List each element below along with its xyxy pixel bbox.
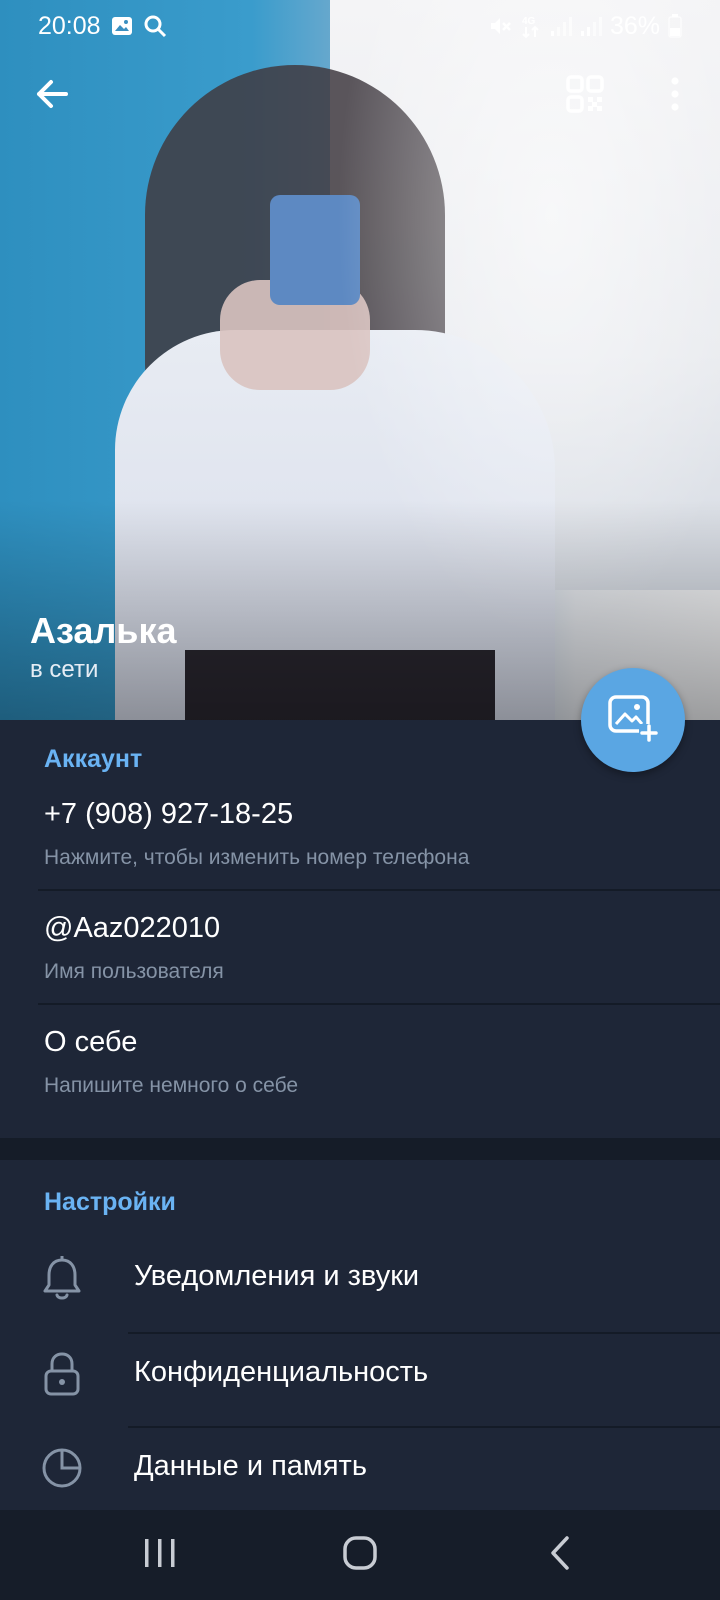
phone-number: +7 (908) 927-18-25 [44, 798, 294, 830]
settings-section-title: Настройки [44, 1188, 176, 1216]
divider [38, 1003, 720, 1005]
status-bar: 20:08 4G 36% [0, 0, 720, 52]
set-photo-button[interactable] [581, 668, 685, 772]
add-photo-icon [607, 694, 659, 747]
settings-item-label: Конфиденциальность [134, 1356, 429, 1388]
settings-item-privacy[interactable]: Конфиденциальность [0, 1328, 720, 1422]
battery-percent: 36% [609, 11, 660, 40]
home-button[interactable] [315, 1520, 405, 1590]
back-icon [549, 1535, 571, 1576]
bio-label: О себе [44, 1026, 138, 1058]
qr-code-button[interactable] [555, 66, 615, 126]
recent-apps-button[interactable] [115, 1520, 205, 1590]
system-nav-bar [0, 1510, 720, 1600]
home-icon [342, 1535, 378, 1576]
settings-item-data[interactable]: Данные и память [0, 1422, 720, 1516]
profile-toolbar [0, 62, 720, 134]
account-section-title: Аккаунт [44, 745, 143, 773]
svg-text:4G: 4G [522, 16, 536, 27]
username: @Aaz022010 [44, 912, 221, 944]
pie-chart-icon [38, 1444, 86, 1492]
phone-number-item[interactable]: +7 (908) 927-18-25 Нажмите, чтобы измени… [0, 784, 720, 897]
section-gap [0, 1138, 720, 1160]
gallery-icon [111, 16, 133, 36]
settings-section: Настройки Уведомления и звуки Конфиденци… [0, 1160, 720, 1510]
profile-status: в сети [30, 656, 99, 683]
mute-icon [488, 14, 512, 38]
lock-icon [38, 1350, 86, 1398]
bell-icon [38, 1254, 86, 1302]
account-section: Аккаунт +7 (908) 927-18-25 Нажмите, чтоб… [0, 720, 720, 1138]
divider [38, 889, 720, 891]
phone-number-hint: Нажмите, чтобы изменить номер телефона [44, 846, 470, 869]
back-button[interactable] [22, 66, 82, 126]
settings-item-label: Уведомления и звуки [134, 1260, 420, 1292]
signal-icon [580, 15, 602, 37]
settings-item-notifications[interactable]: Уведомления и звуки [0, 1232, 720, 1326]
more-options-button[interactable] [645, 66, 705, 126]
profile-name: Азалька [30, 610, 177, 651]
recent-apps-icon [143, 1537, 177, 1574]
settings-item-label: Данные и память [134, 1450, 367, 1482]
search-icon [143, 14, 167, 38]
username-item[interactable]: @Aaz022010 Имя пользователя [0, 898, 720, 1011]
back-nav-button[interactable] [515, 1520, 605, 1590]
bio-hint: Напишите немного о себе [44, 1074, 299, 1097]
arrow-left-icon [35, 79, 69, 114]
qr-code-icon [566, 74, 604, 118]
username-hint: Имя пользователя [44, 960, 224, 983]
status-time: 20:08 [38, 11, 101, 40]
battery-icon [668, 14, 682, 38]
bio-item[interactable]: О себе Напишите немного о себе [0, 1012, 720, 1125]
data-arrows-icon: 4G [520, 13, 542, 39]
signal-icon [550, 15, 572, 37]
more-vertical-icon [670, 76, 680, 116]
